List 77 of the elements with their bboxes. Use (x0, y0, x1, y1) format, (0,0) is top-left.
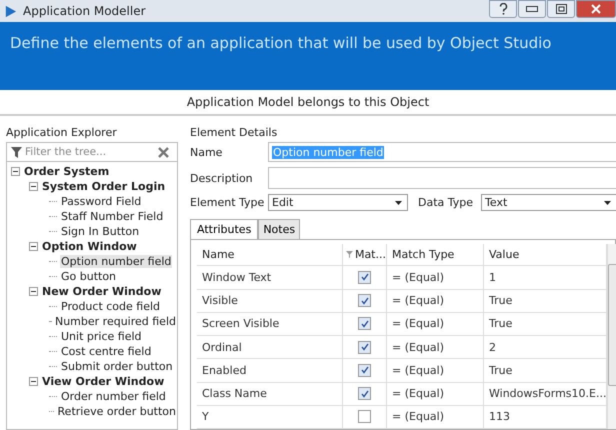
tree-item[interactable]: Go button (60, 270, 118, 283)
tree-item[interactable]: New Order Window (41, 285, 162, 298)
field-label: Description (190, 172, 254, 184)
close-button[interactable] (576, 0, 616, 18)
tree-item[interactable]: Cost centre field (60, 345, 152, 358)
subtitle-text: Application Model belongs to this Object (186, 95, 430, 109)
tree-item[interactable]: Staff Number Field (60, 210, 164, 223)
table-cell: = (Equal) (387, 290, 484, 312)
help-icon (498, 3, 508, 15)
banner-text: Define the elements of an application that will be used by Object Studio (10, 34, 552, 52)
tree-item[interactable]: Password Field (60, 195, 142, 208)
collapse-icon[interactable] (11, 167, 20, 176)
tree-item[interactable]: Unit price field (60, 330, 142, 343)
maximize-button[interactable] (547, 0, 575, 18)
table-cell: Window Text (197, 266, 343, 289)
table-cell: = (Equal) (387, 312, 484, 336)
checkbox[interactable] (358, 387, 371, 400)
tree-item[interactable]: Order number field (60, 390, 167, 403)
data-type-dropdown[interactable]: Text (481, 194, 616, 211)
table-cell: = (Equal) (387, 266, 484, 289)
tree-item[interactable]: Number required field (54, 315, 177, 328)
funnel-icon (11, 146, 22, 158)
tree-item[interactable]: Product code field (60, 300, 162, 313)
column-header[interactable]: Match Type (387, 244, 484, 266)
tree-item[interactable]: System Order Login (41, 180, 166, 193)
field-label: Name (190, 146, 224, 158)
table-cell: Class Name (197, 382, 343, 405)
table-cell: = (Equal) (387, 336, 484, 358)
help-button[interactable] (489, 0, 517, 18)
checkbox[interactable] (358, 410, 371, 424)
checkbox[interactable] (358, 364, 371, 377)
tree-item[interactable]: Option Window (41, 240, 138, 253)
tree-item[interactable]: Submit order button (60, 360, 174, 373)
explorer-title: Application Explorer (6, 126, 118, 139)
caret-icon (604, 200, 611, 204)
window-title: Application Modeller (23, 4, 146, 18)
table-cell: Ordinal (197, 336, 343, 358)
table-cell: Screen Visible (197, 312, 343, 336)
collapse-icon[interactable] (29, 182, 38, 191)
caret-icon (395, 200, 402, 204)
column-header[interactable]: Mat... (354, 248, 386, 262)
clear-icon[interactable] (158, 146, 169, 158)
table-cell: = (Equal) (387, 406, 484, 428)
tree-item[interactable]: View Order Window (41, 375, 166, 388)
field-label: Element Type (190, 196, 266, 209)
details-title: Element Details (190, 126, 278, 139)
element-type-dropdown[interactable]: Edit (268, 194, 408, 211)
scrollbar[interactable] (607, 244, 616, 429)
minimize-button[interactable] (518, 0, 546, 18)
checkbox[interactable] (358, 317, 371, 330)
table-cell: Visible (197, 290, 343, 312)
table-cell: = (Equal) (387, 382, 484, 405)
maximize-icon (556, 4, 566, 14)
tree-item[interactable]: Retrieve order button (56, 405, 177, 418)
app-logo-icon (4, 4, 17, 18)
description-field[interactable] (268, 167, 616, 189)
field-value: Option number field (272, 146, 384, 158)
field-label: Data Type (418, 196, 474, 209)
table-cell: = (Equal) (387, 359, 484, 382)
table-cell: Enabled (197, 359, 343, 382)
minimize-icon (526, 6, 538, 12)
tree-item[interactable]: Order System (23, 165, 110, 178)
checkbox[interactable] (358, 270, 371, 284)
collapse-icon[interactable] (29, 377, 38, 386)
checkbox[interactable] (358, 294, 371, 308)
column-header[interactable]: Name (197, 244, 343, 266)
close-icon (591, 4, 601, 14)
tree-item[interactable]: Option number field (60, 255, 172, 268)
tree-item[interactable]: Sign In Button (60, 225, 140, 238)
tab[interactable]: Attributes (190, 219, 258, 239)
tab[interactable]: Notes (258, 219, 300, 239)
filter-field[interactable]: Filter the tree... (6, 142, 178, 162)
collapse-icon[interactable] (29, 287, 38, 296)
collapse-icon[interactable] (29, 242, 38, 251)
filter-icon[interactable] (346, 251, 353, 258)
checkbox[interactable] (358, 340, 371, 354)
table-cell: Y (197, 406, 343, 428)
